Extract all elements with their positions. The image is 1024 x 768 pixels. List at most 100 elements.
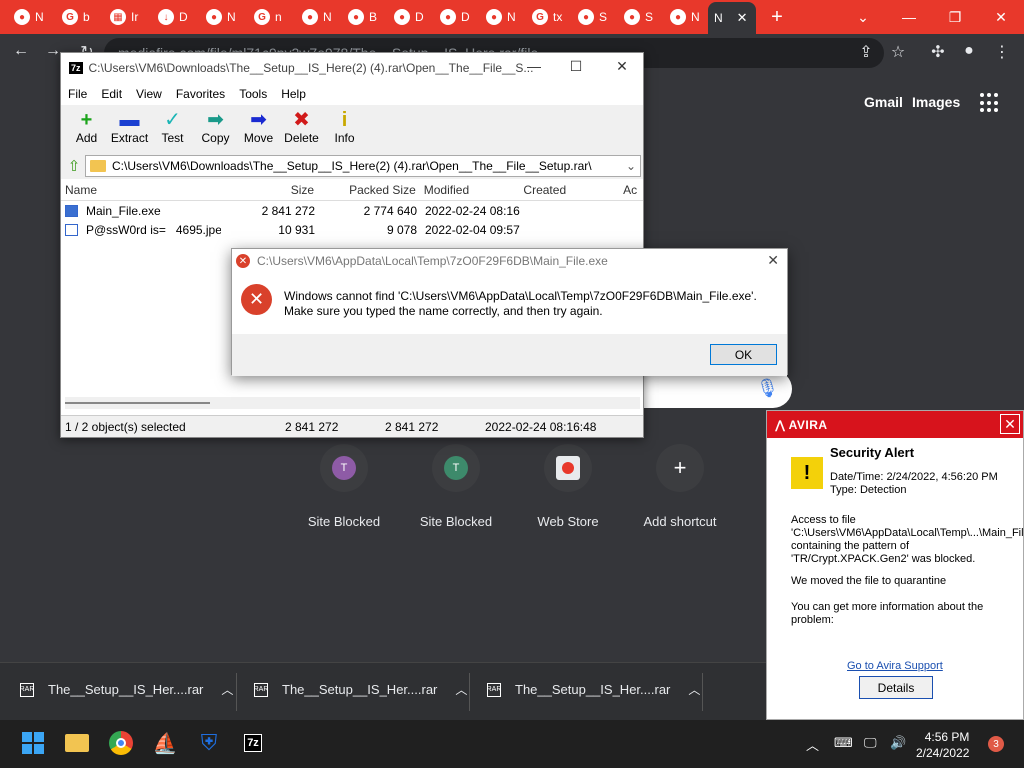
microphone-icon[interactable]: 🎙	[756, 378, 779, 399]
security-shield-icon[interactable]: ⛨	[196, 730, 222, 756]
menu-help[interactable]: Help	[274, 87, 313, 101]
clock[interactable]: 4:56 PM 2/24/2022	[916, 729, 969, 761]
download-item[interactable]: RAR The__Setup__IS_Her....rar ︿	[254, 681, 468, 698]
extract-button[interactable]: ▬ Extract	[108, 105, 151, 153]
folder-icon	[90, 160, 106, 172]
tab-label: N	[323, 10, 332, 24]
close-button[interactable]: ✕	[1000, 414, 1020, 434]
column-packed-size[interactable]: Packed Size	[318, 183, 420, 197]
new-tab-button[interactable]: +	[765, 4, 789, 30]
tool-label: Add	[75, 131, 98, 145]
close-button[interactable]: ✕	[607, 58, 637, 75]
browser-tab[interactable]: ● N	[480, 4, 526, 30]
share-icon[interactable]: ⇪	[855, 42, 877, 62]
error-icon: ✕	[241, 284, 272, 315]
profile-icon[interactable]: ●	[958, 42, 980, 60]
alert-datetime: Date/Time: 2/24/2022, 4:56:20 PM	[830, 471, 998, 483]
sevenzip-taskbar-icon[interactable]: 7z	[240, 730, 266, 756]
column-created[interactable]: Created	[519, 183, 619, 197]
browser-tab[interactable]: Gb	[56, 4, 102, 30]
maximize-button[interactable]: ☐	[561, 58, 591, 75]
details-button[interactable]: Details	[859, 676, 933, 699]
delete-button[interactable]: ✖ Delete	[280, 105, 323, 153]
images-link[interactable]: Images	[912, 94, 960, 110]
close-window-button[interactable]: ✕	[978, 0, 1024, 34]
restore-button[interactable]: ❐	[932, 0, 978, 34]
download-item[interactable]: RAR The__Setup__IS_Her....rar ︿	[20, 681, 234, 698]
browser-tab[interactable]: ● S	[618, 4, 664, 30]
close-icon[interactable]: ✕	[767, 252, 779, 269]
file-modified: 2022-02-04 09:57	[425, 222, 520, 237]
copy-button[interactable]: ➡ Copy	[194, 105, 237, 153]
chevron-up-icon[interactable]: ︿	[221, 681, 233, 698]
browser-tab[interactable]: ● N	[200, 4, 246, 30]
browser-tab[interactable]: ● N	[8, 4, 54, 30]
browser-tab-active[interactable]: N ✕	[708, 2, 756, 34]
error-small-icon: ✕	[236, 254, 250, 268]
browser-tab[interactable]: Gtx	[526, 4, 572, 30]
shortcut-tile[interactable]: T Site Blocked	[391, 444, 521, 529]
tab-search-icon[interactable]: ⌄	[840, 0, 886, 34]
file-explorer-icon[interactable]	[64, 730, 90, 756]
app-icon[interactable]: ⛵	[152, 730, 178, 756]
path-text: C:\Users\VM6\Downloads\The__Setup__IS_He…	[112, 159, 592, 173]
volume-icon[interactable]: 🔊	[890, 735, 906, 751]
column-size[interactable]: Size	[220, 183, 318, 197]
archive-icon: ▦	[110, 9, 126, 25]
gmail-link[interactable]: Gmail	[864, 94, 903, 110]
move-button[interactable]: ➡ Move	[237, 105, 280, 153]
windows-start-icon[interactable]	[20, 730, 46, 756]
minimize-button[interactable]: —	[519, 58, 549, 74]
menu-tools[interactable]: Tools	[232, 87, 274, 101]
browser-tab[interactable]: Gn	[248, 4, 294, 30]
info-button[interactable]: i Info	[323, 105, 366, 153]
notification-badge[interactable]: 3	[988, 736, 1004, 752]
keyboard-icon[interactable]: ⌨	[834, 735, 853, 751]
horizontal-scrollbar[interactable]	[65, 397, 640, 409]
column-name[interactable]: Name	[61, 183, 220, 197]
test-button[interactable]: ✓ Test	[151, 105, 194, 153]
scrollbar-thumb[interactable]	[65, 402, 210, 404]
shortcut-tile[interactable]: T Site Blocked	[279, 444, 409, 529]
apps-grid-icon[interactable]	[980, 93, 1000, 113]
file-row[interactable]: P@ssW0rd is= 4695.jpeg 10 931 9 078 2022…	[61, 220, 643, 239]
path-input[interactable]: C:\Users\VM6\Downloads\The__Setup__IS_He…	[85, 155, 641, 177]
menu-icon[interactable]: ⋮	[991, 42, 1013, 62]
menu-view[interactable]: View	[129, 87, 169, 101]
chevron-up-icon[interactable]: ︿	[806, 735, 819, 754]
browser-tab[interactable]: ↓ D	[152, 4, 198, 30]
menu-favorites[interactable]: Favorites	[169, 87, 232, 101]
column-modified[interactable]: Modified	[420, 183, 520, 197]
chrome-icon[interactable]	[108, 730, 134, 756]
chevron-up-icon[interactable]: ︿	[688, 681, 700, 698]
file-row[interactable]: Main_File.exe 2 841 272 2 774 640 2022-0…	[61, 201, 643, 220]
network-icon[interactable]: 🖵	[864, 735, 877, 751]
browser-tab[interactable]: ● N	[296, 4, 342, 30]
minimize-button[interactable]: —	[886, 0, 932, 34]
browser-tab[interactable]: ● D	[434, 4, 480, 30]
shortcut-tile[interactable]: Web Store	[503, 444, 633, 529]
back-icon[interactable]: ←	[10, 42, 32, 60]
browser-tab[interactable]: ▦ Ir	[104, 4, 150, 30]
chevron-up-icon[interactable]: ︿	[455, 681, 467, 698]
extensions-icon[interactable]: ✣	[927, 42, 949, 62]
menu-edit[interactable]: Edit	[94, 87, 129, 101]
browser-tab[interactable]: ● S	[572, 4, 618, 30]
tab-favicon-icon: ●	[206, 9, 222, 25]
browser-tab[interactable]: ● B	[342, 4, 388, 30]
browser-tab[interactable]: ● D	[388, 4, 434, 30]
chevron-down-icon[interactable]: ⌄	[626, 159, 640, 173]
bookmark-star-icon[interactable]: ☆	[887, 42, 909, 62]
add-button[interactable]: + Add	[65, 105, 108, 153]
browser-tab[interactable]: ● N	[664, 4, 710, 30]
close-tab-icon[interactable]: ✕	[737, 10, 748, 26]
dialog-message-line: Make sure you typed the name correctly, …	[284, 304, 603, 318]
download-item[interactable]: RAR The__Setup__IS_Her....rar ︿	[487, 681, 701, 698]
avira-support-link[interactable]: Go to Avira Support	[847, 660, 943, 672]
tool-label: Info	[334, 131, 355, 145]
ok-button[interactable]: OK	[710, 344, 777, 365]
menu-file[interactable]: File	[61, 87, 94, 101]
up-folder-icon[interactable]: ⇧	[63, 157, 85, 175]
column-accessed[interactable]: Ac	[619, 183, 643, 197]
add-shortcut-tile[interactable]: + Add shortcut	[615, 444, 745, 529]
